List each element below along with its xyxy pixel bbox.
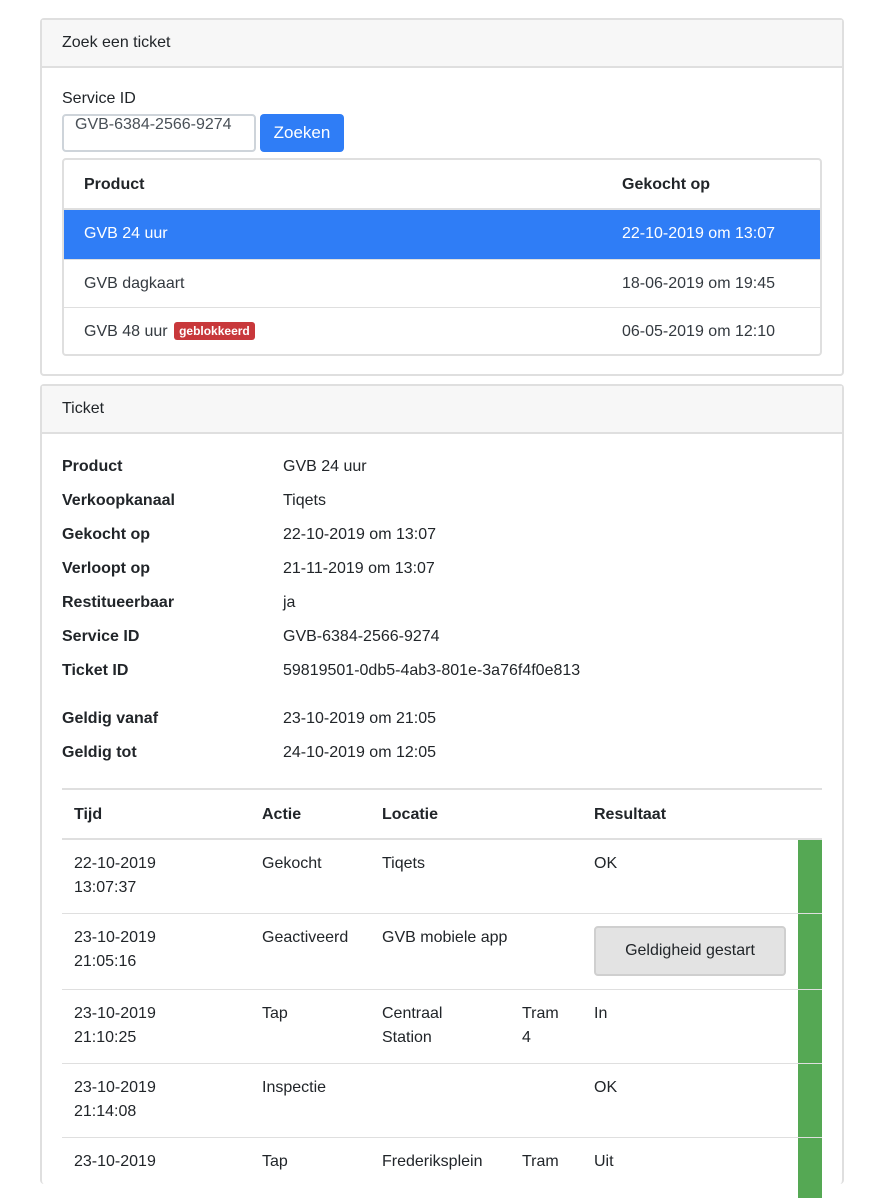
service-id-input[interactable]: GVB-6384-2566-9274: [62, 114, 256, 152]
detail-value: 23-10-2019 om 21:05: [283, 710, 436, 727]
events-table-header: Tijd Actie Locatie Resultaat: [62, 788, 822, 840]
detail-value: 24-10-2019 om 12:05: [283, 744, 436, 761]
detail-value: 59819501-0db5-4ab3-801e-3a76f4f0e813: [283, 662, 581, 679]
event-action: Geactiveerd: [262, 929, 349, 946]
status-indicator: [798, 1138, 822, 1198]
detail-value: GVB-6384-2566-9274: [283, 628, 440, 645]
service-id-label: Service ID: [62, 90, 136, 107]
status-indicator: [798, 990, 822, 1063]
event-vehicle: Tram 4: [522, 1005, 559, 1046]
detail-label: Verloopt op: [62, 560, 150, 577]
search-button[interactable]: Zoeken: [260, 114, 344, 152]
event-result: In: [594, 1005, 608, 1022]
event-result: OK: [594, 1079, 618, 1096]
search-card: Zoek een ticket Service ID GVB-6384-2566…: [40, 18, 844, 376]
product-table-header: Product Gekocht op: [64, 160, 820, 210]
product-name: GVB dagkaart: [84, 275, 185, 292]
event-location: Frederiksplein: [382, 1153, 483, 1170]
event-row: 23-10-2019 Tap Frederiksplein Tram Uit: [62, 1138, 822, 1198]
column-action: Actie: [262, 806, 302, 823]
product-name-cell: GVB 48 uur geblokkeerd: [84, 308, 255, 354]
column-time: Tijd: [74, 806, 103, 823]
detail-label: Gekocht op: [62, 526, 151, 543]
column-result: Resultaat: [594, 806, 667, 823]
search-card-header: Zoek een ticket: [42, 20, 842, 68]
column-purchased-on: Gekocht op: [622, 176, 711, 193]
product-row[interactable]: GVB 24 uur 22-10-2019 om 13:07: [64, 210, 820, 259]
product-table: Product Gekocht op GVB 24 uur 22-10-2019…: [62, 158, 822, 356]
column-location: Locatie: [382, 806, 439, 823]
product-name: GVB 48 uur: [84, 323, 168, 340]
event-time: 23-10-2019 21:10:25: [74, 1005, 156, 1046]
event-location: Tiqets: [382, 855, 425, 872]
event-result: Uit: [594, 1153, 614, 1170]
event-row: 23-10-2019 21:14:08 Inspectie OK: [62, 1064, 822, 1138]
validity-started-button[interactable]: Geldigheid gestart: [594, 926, 786, 976]
event-action: Inspectie: [262, 1079, 327, 1096]
detail-value: Tiqets: [283, 492, 326, 509]
detail-value: 21-11-2019 om 13:07: [283, 560, 435, 577]
event-row: 23-10-2019 21:10:25 Tap Centraal Station T…: [62, 990, 822, 1064]
event-location: Centraal Station: [382, 1005, 443, 1046]
detail-label: Geldig vanaf: [62, 710, 159, 727]
status-indicator: [798, 840, 822, 913]
detail-label: Ticket ID: [62, 662, 129, 679]
detail-value: GVB 24 uur: [283, 458, 367, 475]
event-action: Tap: [262, 1005, 288, 1022]
ticket-card-header: Ticket: [42, 386, 842, 434]
product-name: GVB 24 uur: [84, 225, 168, 242]
column-product: Product: [84, 176, 145, 193]
detail-label: Restitueerbaar: [62, 594, 175, 611]
status-indicator: [798, 914, 822, 989]
detail-label: Product: [62, 458, 123, 475]
product-date: 06-05-2019 om 12:10: [622, 323, 775, 340]
event-row: 23-10-2019 21:05:16 Geactiveerd GVB mobie…: [62, 914, 822, 990]
product-date: 18-06-2019 om 19:45: [622, 275, 775, 292]
event-result: OK: [594, 855, 618, 872]
event-time: 23-10-2019 21:05:16: [74, 929, 156, 970]
product-date: 22-10-2019 om 13:07: [622, 225, 775, 242]
ticket-card: Ticket Product GVB 24 uur Verkoopkanaal …: [40, 384, 844, 1198]
events-table: Tijd Actie Locatie Resultaat 22-10-2019 1…: [62, 788, 822, 1198]
event-action: Gekocht: [262, 855, 322, 872]
detail-value: ja: [283, 594, 296, 611]
event-action: Tap: [262, 1153, 288, 1170]
event-time: 23-10-2019 21:14:08: [74, 1079, 156, 1120]
detail-label: Verkoopkanaal: [62, 492, 175, 509]
event-time: 22-10-2019 13:07:37: [74, 855, 156, 896]
event-location: GVB mobiele app: [382, 929, 508, 946]
blocked-badge: geblokkeerd: [174, 322, 255, 340]
detail-label: Geldig tot: [62, 744, 137, 761]
detail-value: 22-10-2019 om 13:07: [283, 526, 436, 543]
status-indicator: [798, 1064, 822, 1137]
product-row[interactable]: GVB 48 uur geblokkeerd 06-05-2019 om 12:…: [64, 307, 820, 354]
detail-label: Service ID: [62, 628, 140, 645]
event-row: 22-10-2019 13:07:37 Gekocht Tiqets OK: [62, 840, 822, 914]
event-time: 23-10-2019: [74, 1153, 156, 1170]
product-row[interactable]: GVB dagkaart 18-06-2019 om 19:45: [64, 259, 820, 307]
event-vehicle: Tram: [522, 1153, 559, 1170]
